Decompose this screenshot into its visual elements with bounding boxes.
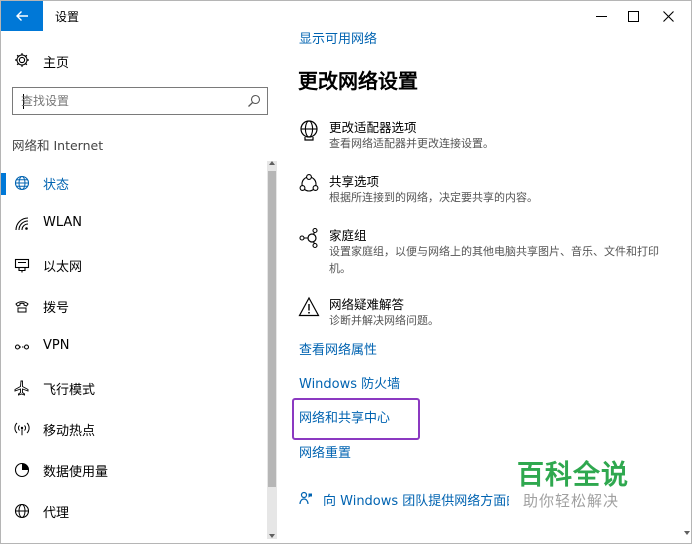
- sidebar-item-label: 以太网: [43, 260, 83, 275]
- data-usage-icon: [14, 462, 30, 478]
- proxy-globe-icon: [14, 503, 30, 519]
- sidebar-item-wlan[interactable]: WLAN: [1, 204, 267, 245]
- scroll-down-arrow-icon[interactable]: [269, 534, 275, 538]
- ethernet-icon: [14, 258, 30, 273]
- sidebar: 主页 网络和 Internet 状态: [1, 31, 281, 543]
- section-label: 网络和 Internet: [12, 138, 104, 153]
- setting-title: 家庭组: [329, 228, 367, 243]
- wifi-icon: [15, 217, 29, 231]
- dialup-icon: [15, 301, 29, 313]
- setting-description: 查看网络适配器并更改连接设置。: [329, 137, 494, 150]
- sidebar-item-airplane[interactable]: 飞行模式: [1, 368, 267, 409]
- warning-icon: [298, 296, 320, 317]
- sidebar-item-vpn[interactable]: VPN: [1, 327, 267, 368]
- sidebar-item-home[interactable]: 主页: [1, 46, 271, 74]
- search-box[interactable]: [12, 87, 268, 115]
- sidebar-scrollbar[interactable]: [267, 161, 277, 539]
- sidebar-item-label: 移动热点: [43, 424, 96, 439]
- minimize-icon: [595, 15, 607, 17]
- sidebar-item-label: 代理: [43, 506, 70, 521]
- search-input[interactable]: [15, 90, 240, 112]
- hotspot-icon: [14, 422, 30, 436]
- scrollbar-thumb[interactable]: [268, 171, 276, 487]
- back-button[interactable]: [1, 1, 43, 31]
- active-indicator: [1, 173, 6, 195]
- sidebar-item-label: 飞行模式: [43, 383, 96, 398]
- maximize-icon: [627, 10, 639, 22]
- main-content: 显示可用网络 更改网络设置 更改适配器选项 查看网络适配器并更改连接设置。 共享…: [281, 31, 691, 543]
- setting-troubleshoot[interactable]: 网络疑难解答 诊断并解决网络问题。: [298, 294, 668, 330]
- watermark-title: 百科全说: [517, 460, 629, 491]
- sharing-icon: [299, 174, 319, 192]
- setting-title: 共享选项: [329, 174, 380, 189]
- globe-icon: [14, 175, 30, 191]
- sidebar-item-label: WLAN: [43, 215, 83, 230]
- sharing-center-link[interactable]: 网络和共享中心: [299, 407, 390, 426]
- setting-homegroup[interactable]: 家庭组 设置家庭组，以便与网络上的其他电脑共享图片、音乐、文件和打印机。: [298, 225, 668, 277]
- setting-description: 根据所连接到的网络，决定要共享的内容。: [329, 191, 538, 204]
- adapter-globe-icon: [300, 120, 318, 141]
- title-bar: 设置: [1, 1, 691, 31]
- page-title: 更改网络设置: [298, 69, 418, 93]
- feedback-label: 向 Windows 团队提供网络方面的反馈: [323, 494, 509, 509]
- sidebar-item-label: VPN: [43, 338, 70, 353]
- watermark-subtitle: 助你轻松解决: [523, 492, 620, 510]
- search-icon[interactable]: [247, 94, 261, 108]
- sidebar-item-ethernet[interactable]: 以太网: [1, 245, 267, 286]
- feedback-link[interactable]: 向 Windows 团队提供网络方面的反馈: [299, 489, 509, 509]
- vpn-icon: [14, 344, 30, 350]
- airplane-icon: [14, 380, 29, 396]
- feedback-person-icon: [299, 491, 312, 505]
- settings-window: 设置 主页 网络和 Internet: [0, 0, 692, 544]
- sidebar-item-hotspot[interactable]: 移动热点: [1, 409, 267, 450]
- sidebar-item-label: 状态: [43, 178, 70, 193]
- setting-description: 设置家庭组，以便与网络上的其他电脑共享图片、音乐、文件和打印机。: [329, 245, 659, 275]
- sidebar-item-data-usage[interactable]: 数据使用量: [1, 450, 267, 491]
- setting-sharing-options[interactable]: 共享选项 根据所连接到的网络，决定要共享的内容。: [298, 171, 668, 207]
- sidebar-item-status[interactable]: 状态: [1, 163, 267, 204]
- sidebar-item-label: 拨号: [43, 301, 70, 316]
- home-label: 主页: [43, 56, 70, 71]
- scroll-down-arrow-icon[interactable]: [684, 531, 690, 535]
- main-scrollbar[interactable]: [684, 31, 690, 539]
- network-reset-link[interactable]: 网络重置: [299, 442, 351, 461]
- scroll-up-arrow-icon[interactable]: [269, 161, 275, 165]
- back-arrow-icon: [16, 11, 28, 21]
- sidebar-item-label: 数据使用量: [43, 465, 109, 480]
- sidebar-item-dialup[interactable]: 拨号: [1, 286, 267, 327]
- show-available-networks-link[interactable]: 显示可用网络: [299, 28, 377, 47]
- network-properties-link[interactable]: 查看网络属性: [299, 339, 377, 358]
- setting-description: 诊断并解决网络问题。: [329, 314, 439, 327]
- close-button[interactable]: [645, 1, 691, 31]
- sidebar-item-proxy[interactable]: 代理: [1, 491, 267, 532]
- gear-icon: [15, 53, 29, 67]
- firewall-link[interactable]: Windows 防火墙: [299, 373, 400, 392]
- setting-adapter-options[interactable]: 更改适配器选项 查看网络适配器并更改连接设置。: [298, 117, 668, 153]
- window-title: 设置: [55, 10, 80, 24]
- setting-title: 网络疑难解答: [329, 297, 405, 312]
- setting-title: 更改适配器选项: [329, 120, 417, 135]
- close-icon: [662, 10, 674, 22]
- homegroup-icon: [299, 227, 318, 249]
